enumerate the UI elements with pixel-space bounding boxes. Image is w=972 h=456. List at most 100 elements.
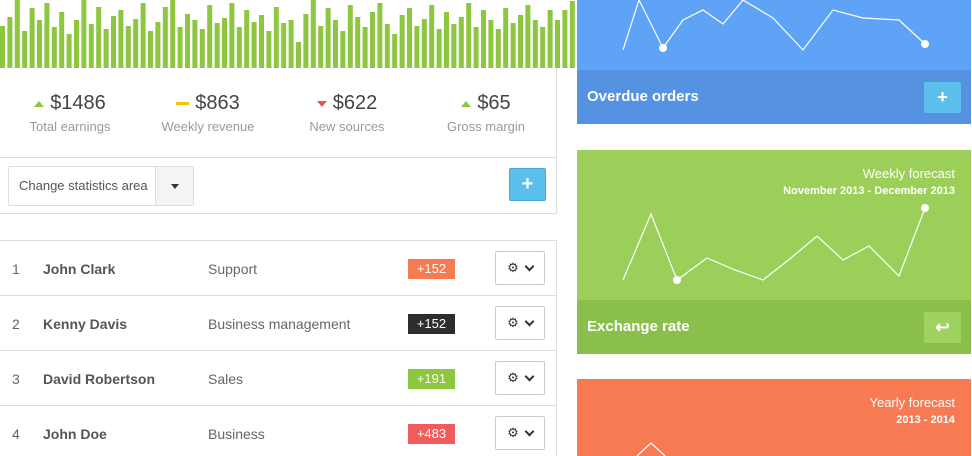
statistics-area-select[interactable]: Change statistics area: [8, 166, 194, 206]
bar: [458, 17, 464, 68]
stat-value: $65: [477, 92, 511, 114]
bar: [325, 8, 331, 68]
bar: [562, 10, 568, 68]
bar: [488, 20, 494, 68]
table-row: 2 Kenny Davis Business management +152 ⚙: [0, 296, 556, 351]
trend-up-icon: [34, 100, 45, 107]
table-row: 1 John Clark Support +152 ⚙: [0, 241, 556, 296]
overdue-orders-line-chart: [622, 0, 929, 52]
bar: [155, 22, 161, 68]
bar: [251, 22, 257, 68]
caret-down-icon[interactable]: [155, 167, 193, 205]
bar: [66, 34, 72, 68]
row-badge: +152: [408, 259, 455, 279]
plus-icon: +: [521, 173, 534, 195]
bar: [7, 17, 13, 68]
row-settings-button[interactable]: ⚙: [495, 361, 545, 395]
bar: [518, 15, 523, 68]
bar: [170, 0, 176, 68]
chart-line: [622, 0, 926, 51]
bar: [207, 5, 213, 68]
trend-up-icon: [461, 100, 472, 107]
table-row: 3 David Robertson Sales +191 ⚙: [0, 351, 556, 406]
bar: [355, 17, 361, 68]
bar: [74, 20, 79, 68]
bar: [214, 23, 220, 68]
row-department: Support: [208, 261, 258, 277]
exchange-rate-card: Weekly forecast November 2013 - December…: [577, 150, 971, 354]
bar: [296, 42, 301, 68]
bar: [185, 14, 190, 68]
bar: [340, 31, 346, 68]
bar: [103, 29, 109, 68]
row-settings-button[interactable]: ⚙: [495, 416, 545, 450]
bar: [444, 12, 449, 68]
card-footer: Overdue orders +: [577, 70, 971, 124]
bar: [532, 20, 538, 68]
row-name: Kenny Davis: [43, 316, 128, 332]
bar: [59, 12, 65, 68]
stat-value: $863: [195, 92, 240, 114]
stat-value: $1486: [50, 92, 106, 114]
bar: [81, 0, 87, 68]
chevron-down-icon: [524, 316, 535, 326]
stat-total-earnings: $1486 Total earnings: [0, 92, 140, 134]
row-settings-button[interactable]: ⚙: [495, 251, 545, 285]
chart-line: [622, 207, 926, 281]
bar: [259, 15, 264, 68]
plus-icon: +: [937, 87, 948, 107]
row-settings-button[interactable]: ⚙: [495, 306, 545, 340]
chevron-down-icon: [524, 426, 535, 436]
row-department: Business management: [208, 316, 351, 332]
bar: [451, 24, 457, 68]
bar: [318, 26, 324, 68]
chevron-down-icon: [524, 371, 535, 381]
bar: [384, 24, 390, 68]
bar: [569, 1, 575, 68]
bar: [362, 27, 368, 68]
bar: [44, 3, 50, 68]
bar: [525, 5, 531, 68]
bar: [495, 29, 501, 68]
bar: [88, 24, 94, 68]
bar: [436, 29, 442, 68]
stat-label: Weekly revenue: [161, 119, 255, 134]
exchange-rate-line-chart: [622, 204, 929, 284]
add-button[interactable]: +: [509, 168, 546, 201]
bar: [111, 16, 116, 68]
bar: [399, 15, 405, 68]
stat-gross-margin: $65 Gross margin: [416, 92, 556, 134]
bar: [473, 27, 479, 68]
select-label: Change statistics area: [19, 178, 148, 193]
row-name: John Doe: [43, 426, 107, 442]
bar: [236, 27, 242, 68]
bar: [392, 34, 398, 68]
bar: [370, 12, 375, 68]
card-title: Overdue orders: [587, 88, 699, 105]
chart-point: [921, 40, 929, 48]
bar: [222, 18, 227, 68]
bar: [310, 0, 316, 68]
stat-label: New sources: [309, 119, 385, 134]
reply-icon-button[interactable]: ↩: [924, 312, 961, 343]
card-footer: Exchange rate ↩: [577, 300, 971, 354]
bar: [407, 8, 412, 68]
row-number: 2: [12, 316, 20, 332]
chevron-down-icon: [524, 261, 535, 271]
gear-icon: ⚙: [507, 315, 519, 330]
row-department: Sales: [208, 371, 244, 387]
row-badge: +152: [408, 314, 455, 334]
bar: [14, 0, 20, 68]
chart-point: [659, 44, 667, 52]
stats-summary: $1486 Total earnings $863 Weekly revenue…: [0, 68, 557, 158]
stat-label: Total earnings: [29, 119, 111, 134]
stat-weekly-revenue: $863 Weekly revenue: [138, 92, 278, 134]
gear-icon: ⚙: [507, 260, 519, 275]
plus-icon-button[interactable]: +: [924, 82, 961, 113]
bar: [118, 10, 124, 68]
dashboard: $1486 Total earnings $863 Weekly revenue…: [0, 0, 972, 456]
bar: [37, 20, 42, 68]
statistics-panel: $1486 Total earnings $863 Weekly revenue…: [0, 0, 575, 456]
bar: [199, 29, 205, 68]
gear-icon: ⚙: [507, 370, 519, 385]
